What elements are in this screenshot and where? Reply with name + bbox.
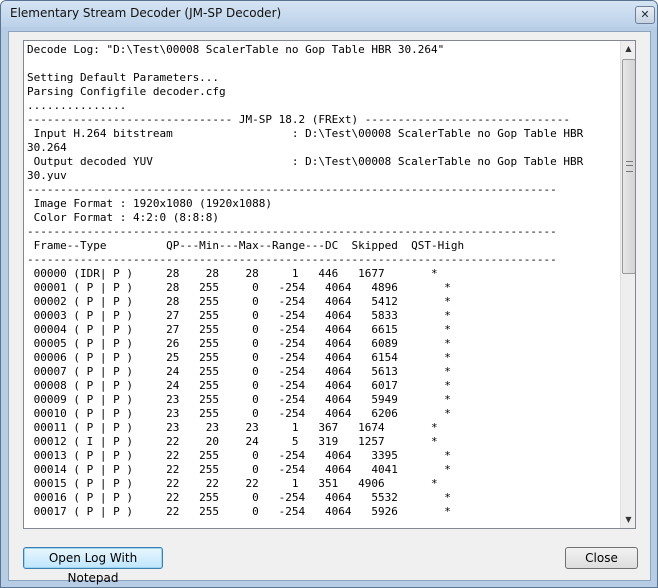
decode-log-textbox[interactable]: Decode Log: "D:\Test\00008 ScalerTable n… — [23, 40, 636, 529]
log-line: 00014 ( P | P ) 22 255 0 -254 4064 4041 … — [27, 463, 451, 476]
log-line: 00011 ( P | P ) 23 23 23 1 367 1674 * — [27, 421, 438, 434]
log-line: 00015 ( P | P ) 22 22 22 1 351 4906 * — [27, 477, 438, 490]
log-line: Setting Default Parameters... — [27, 71, 220, 84]
log-line: ----------------------------------------… — [27, 225, 557, 238]
log-line: Image Format : 1920x1080 (1920x1088) — [27, 197, 273, 210]
log-line: Color Format : 4:2:0 (8:8:8) — [27, 211, 220, 224]
log-line: 00004 ( P | P ) 27 255 0 -254 4064 6615 … — [27, 323, 451, 336]
log-line: ----------------------------------------… — [27, 253, 557, 266]
decode-log-text: Decode Log: "D:\Test\00008 ScalerTable n… — [27, 43, 619, 525]
log-line: 00002 ( P | P ) 28 255 0 -254 4064 5412 … — [27, 295, 451, 308]
log-line: 00009 ( P | P ) 23 255 0 -254 4064 5949 … — [27, 393, 451, 406]
scrollbar-thumb[interactable] — [622, 59, 635, 274]
log-line: 00005 ( P | P ) 26 255 0 -254 4064 6089 … — [27, 337, 451, 350]
decoder-window: Elementary Stream Decoder (JM-SP Decoder… — [0, 0, 658, 588]
log-line: 00000 (IDR| P ) 28 28 28 1 446 1677 * — [27, 267, 438, 280]
log-line: 00010 ( P | P ) 23 255 0 -254 4064 6206 … — [27, 407, 451, 420]
log-line: 00006 ( P | P ) 25 255 0 -254 4064 6154 … — [27, 351, 451, 364]
log-line: 00001 ( P | P ) 28 255 0 -254 4064 4896 … — [27, 281, 451, 294]
log-line: Parsing Configfile decoder.cfg — [27, 85, 226, 98]
log-line: Decode Log: "D:\Test\00008 ScalerTable n… — [27, 43, 445, 56]
vertical-scrollbar[interactable]: ▲ ▼ — [620, 41, 635, 528]
close-button[interactable]: Close — [565, 547, 638, 569]
log-line: ------------------------------- JM-SP 18… — [27, 113, 571, 126]
scroll-down-arrow-icon[interactable]: ▼ — [621, 512, 635, 528]
title-bar[interactable]: Elementary Stream Decoder (JM-SP Decoder… — [1, 1, 657, 27]
window-title: Elementary Stream Decoder (JM-SP Decoder… — [10, 6, 282, 20]
log-line: 30.yuv — [27, 169, 67, 182]
log-line: Frame--Type QP---Min---Max--Range---DC S… — [27, 239, 465, 252]
log-line: 00012 ( I | P ) 22 20 24 5 319 1257 * — [27, 435, 438, 448]
log-line: 00007 ( P | P ) 24 255 0 -254 4064 5613 … — [27, 365, 451, 378]
log-line: 00003 ( P | P ) 27 255 0 -254 4064 5833 … — [27, 309, 451, 322]
close-icon[interactable]: ✕ — [635, 6, 655, 24]
log-line: Output decoded YUV : D:\Test\00008 Scale… — [27, 155, 584, 168]
log-line: ----------------------------------------… — [27, 183, 557, 196]
log-line: 00017 ( P | P ) 22 255 0 -254 4064 5926 … — [27, 505, 451, 518]
log-line: 00008 ( P | P ) 24 255 0 -254 4064 6017 … — [27, 379, 451, 392]
scroll-up-arrow-icon[interactable]: ▲ — [621, 41, 635, 57]
log-line: 30.264 — [27, 141, 67, 154]
open-log-notepad-button[interactable]: Open Log With Notepad — [23, 547, 163, 585]
log-line: ............... — [27, 99, 127, 112]
scrollbar-grip-icon — [626, 161, 633, 172]
log-line: 00016 ( P | P ) 22 255 0 -254 4064 5532 … — [27, 491, 451, 504]
dialog-body: Decode Log: "D:\Test\00008 ScalerTable n… — [8, 31, 651, 585]
log-line: 00013 ( P | P ) 22 255 0 -254 4064 3395 … — [27, 449, 451, 462]
log-line: Input H.264 bitstream : D:\Test\00008 Sc… — [27, 127, 584, 140]
